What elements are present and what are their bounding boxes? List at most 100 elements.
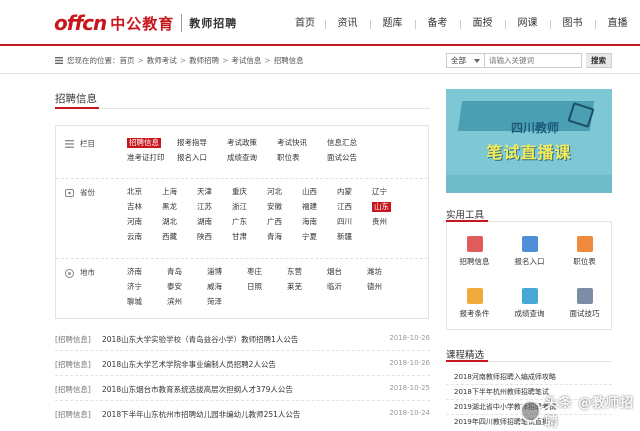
nav-item-classroom[interactable]: 面授: [460, 0, 505, 46]
tool-position-table[interactable]: 职位表: [557, 224, 612, 274]
filter-option[interactable]: 辽宁: [372, 187, 387, 197]
filter-option[interactable]: 河北: [267, 187, 282, 197]
breadcrumb-recruit-info[interactable]: 招聘信息: [274, 55, 304, 66]
tool-score-query[interactable]: 成绩查询: [502, 276, 557, 326]
nav-item-live[interactable]: 直播: [595, 0, 640, 46]
filter-option[interactable]: 青岛: [167, 267, 182, 277]
list-item[interactable]: 2018河南教师招聘入编成师攻略: [446, 370, 612, 385]
list-item[interactable]: [招聘信息] 2018山东大学艺术学院非事业编制人员招聘2人公告 2018-10…: [55, 351, 430, 376]
filter-option[interactable]: 海南: [302, 217, 317, 227]
breadcrumb-home[interactable]: 首页: [120, 55, 135, 66]
filter-option[interactable]: 新疆: [337, 232, 352, 242]
article-tag[interactable]: [招聘信息]: [55, 409, 91, 420]
nav-item-question-bank[interactable]: 题库: [370, 0, 415, 46]
logo-subtitle: 教师招聘: [189, 17, 238, 30]
filter-option[interactable]: 天津: [197, 187, 212, 197]
list-item[interactable]: [招聘信息] 2018下半年山东杭州市招聘幼儿园非编幼儿教师251人公告 201…: [55, 401, 430, 426]
filter-option[interactable]: 淄博: [207, 267, 222, 277]
filter-option[interactable]: 安徽: [267, 202, 282, 212]
filter-option[interactable]: 济宁: [127, 282, 142, 292]
filter-option[interactable]: 枣庄: [247, 267, 262, 277]
filter-option[interactable]: 四川: [337, 217, 352, 227]
filter-option[interactable]: 面试公告: [327, 153, 357, 163]
article-title[interactable]: 2018山东大学实验学校（青岛益谷小学）教师招聘1人公告: [102, 334, 298, 345]
article-title[interactable]: 2018下半年山东杭州市招聘幼儿园非编幼儿教师251人公告: [102, 409, 300, 420]
filter-option[interactable]: 报名入口: [177, 153, 207, 163]
filter-option[interactable]: 江苏: [197, 202, 212, 212]
article-tag[interactable]: [招聘信息]: [55, 334, 91, 345]
list-item[interactable]: [招聘信息] 2018山东烟台市教育系统选拔高层次担纲人才379人公告 2018…: [55, 376, 430, 401]
filter-option[interactable]: 湖南: [197, 217, 212, 227]
breadcrumb-exam-info[interactable]: 考试信息: [231, 55, 261, 66]
banner-line2: 笔试直播课: [486, 143, 572, 162]
nav-item-news[interactable]: 资讯: [325, 0, 370, 46]
filter-option[interactable]: 莱芜: [287, 282, 302, 292]
promo-banner[interactable]: 四川教师 笔试直播课: [446, 89, 612, 193]
search-button[interactable]: 搜索: [586, 53, 612, 68]
filter-option[interactable]: 东营: [287, 267, 302, 277]
nav-item-online-course[interactable]: 网课: [505, 0, 550, 46]
filter-option[interactable]: 内蒙: [337, 187, 352, 197]
filter-option[interactable]: 威海: [207, 282, 222, 292]
filter-option[interactable]: 报考指导: [177, 138, 207, 148]
article-title[interactable]: 2018山东烟台市教育系统选拔高层次担纲人才379人公告: [102, 384, 293, 395]
tool-label: 面试技巧: [569, 309, 600, 318]
filter-option[interactable]: 西藏: [162, 232, 177, 242]
tool-recruit-info[interactable]: 招聘信息: [447, 224, 502, 274]
breadcrumb-teacher-recruit[interactable]: 教师招聘: [189, 55, 219, 66]
filter-option[interactable]: 云南: [127, 232, 142, 242]
tool-registration[interactable]: 报名入口: [502, 224, 557, 274]
article-title[interactable]: 2018山东大学艺术学院非事业编制人员招聘2人公告: [102, 359, 276, 370]
filter-option[interactable]: 青海: [267, 232, 282, 242]
filter-option[interactable]: 济南: [127, 267, 142, 277]
filter-option[interactable]: 潍坊: [367, 267, 382, 277]
filter-option[interactable]: 泰安: [167, 282, 182, 292]
list-item[interactable]: [招聘信息] 2018山东大学实验学校（青岛益谷小学）教师招聘1人公告 2018…: [55, 326, 430, 351]
filter-option[interactable]: 菏泽: [207, 297, 222, 307]
filter-option[interactable]: 成绩查询: [227, 153, 257, 163]
filter-option[interactable]: 考试快讯: [277, 138, 307, 148]
filter-option[interactable]: 陕西: [197, 232, 212, 242]
filter-option[interactable]: 黑龙: [162, 202, 177, 212]
filter-option[interactable]: 浙江: [232, 202, 247, 212]
search-scope-select[interactable]: 全部: [446, 53, 485, 68]
filter-option[interactable]: 贵州: [372, 217, 387, 227]
filter-option[interactable]: 临沂: [327, 282, 342, 292]
filter-option[interactable]: 德州: [367, 282, 382, 292]
filter-option[interactable]: 广东: [232, 217, 247, 227]
breadcrumb-teacher-exam[interactable]: 教师考试: [147, 55, 177, 66]
search-input[interactable]: [485, 53, 582, 68]
nav-item-books[interactable]: 图书: [550, 0, 595, 46]
filter-option[interactable]: 考试政策: [227, 138, 257, 148]
filter-option[interactable]: 聊城: [127, 297, 142, 307]
filter-option[interactable]: 吉林: [127, 202, 142, 212]
filter-option[interactable]: 烟台: [327, 267, 342, 277]
tool-interview-tips[interactable]: 面试技巧: [557, 276, 612, 326]
article-tag[interactable]: [招聘信息]: [55, 384, 91, 395]
filter-option[interactable]: 甘肃: [232, 232, 247, 242]
filter-option[interactable]: 北京: [127, 187, 142, 197]
filter-option[interactable]: 福建: [302, 202, 317, 212]
filter-row-head: 地市: [65, 267, 95, 278]
filter-option[interactable]: 山西: [302, 187, 317, 197]
nav-item-prep[interactable]: 备考: [415, 0, 460, 46]
filter-option[interactable]: 江西: [337, 202, 352, 212]
filter-option[interactable]: 滨州: [167, 297, 182, 307]
filter-option[interactable]: 湖北: [162, 217, 177, 227]
filter-option[interactable]: 广西: [267, 217, 282, 227]
filter-option[interactable]: 河南: [127, 217, 142, 227]
filter-option[interactable]: 准考证打印: [127, 153, 165, 163]
filter-option[interactable]: 山东: [372, 202, 391, 212]
nav-item-home[interactable]: 首页: [285, 0, 325, 46]
filter-option[interactable]: 日照: [247, 282, 262, 292]
site-logo[interactable]: offcn 中公教育 教师招聘: [54, 11, 237, 35]
filter-option[interactable]: 宁夏: [302, 232, 317, 242]
filter-option[interactable]: 职位表: [277, 153, 300, 163]
tool-requirements[interactable]: 报考条件: [447, 276, 502, 326]
filter-option[interactable]: 上海: [162, 187, 177, 197]
filter-option[interactable]: 信息汇总: [327, 138, 357, 148]
filter-option[interactable]: 重庆: [232, 187, 247, 197]
tool-label: 成绩查询: [514, 309, 545, 318]
article-tag[interactable]: [招聘信息]: [55, 359, 91, 370]
filter-option[interactable]: 招聘信息: [127, 138, 161, 148]
